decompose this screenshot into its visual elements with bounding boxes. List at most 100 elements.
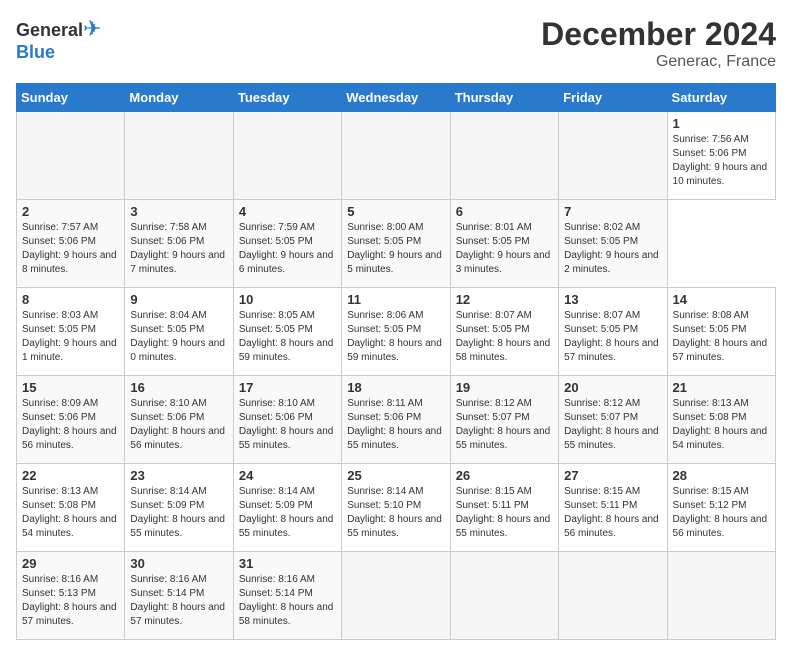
column-header-friday: Friday (559, 84, 667, 112)
day-number: 31 (239, 556, 336, 571)
day-info: Sunrise: 8:12 AMSunset: 5:07 PMDaylight:… (456, 397, 553, 453)
calendar-header-row: SundayMondayTuesdayWednesdayThursdayFrid… (17, 84, 776, 112)
calendar-week-row: 29Sunrise: 8:16 AMSunset: 5:13 PMDayligh… (17, 552, 776, 640)
day-number: 26 (456, 468, 553, 483)
day-number: 15 (22, 380, 119, 395)
day-number: 25 (347, 468, 444, 483)
day-info: Sunrise: 8:10 AMSunset: 5:06 PMDaylight:… (239, 397, 336, 453)
column-header-saturday: Saturday (667, 84, 775, 112)
calendar-cell-day: 14Sunrise: 8:08 AMSunset: 5:05 PMDayligh… (667, 288, 775, 376)
day-number: 28 (673, 468, 770, 483)
column-header-tuesday: Tuesday (233, 84, 341, 112)
column-header-wednesday: Wednesday (342, 84, 450, 112)
day-number: 5 (347, 204, 444, 219)
day-info: Sunrise: 8:11 AMSunset: 5:06 PMDaylight:… (347, 397, 444, 453)
calendar-cell-empty (450, 552, 558, 640)
day-number: 23 (130, 468, 227, 483)
logo-general: General (16, 20, 83, 40)
day-info: Sunrise: 8:16 AMSunset: 5:14 PMDaylight:… (239, 573, 336, 629)
calendar-cell-day: 24 Sunrise: 8:14 AMSunset: 5:09 PMDayligh… (233, 464, 341, 552)
calendar-cell-day: 6 Sunrise: 8:01 AMSunset: 5:05 PMDaylight… (450, 200, 558, 288)
calendar-cell-day: 11Sunrise: 8:06 AMSunset: 5:05 PMDayligh… (342, 288, 450, 376)
calendar-cell-day: 1 Sunrise: 7:56 AMSunset: 5:06 PMDaylight… (667, 112, 775, 200)
day-info: Sunrise: 8:16 AMSunset: 5:13 PMDaylight:… (22, 573, 119, 629)
calendar-cell-day: 19 Sunrise: 8:12 AMSunset: 5:07 PMDayligh… (450, 376, 558, 464)
day-number: 21 (673, 380, 770, 395)
day-number: 16 (130, 380, 227, 395)
day-number: 22 (22, 468, 119, 483)
calendar-cell-empty (559, 112, 667, 200)
day-number: 8 (22, 292, 119, 307)
calendar-week-row: 1 Sunrise: 7:56 AMSunset: 5:06 PMDaylight… (17, 112, 776, 200)
day-info: Sunrise: 8:01 AMSunset: 5:05 PMDaylight:… (456, 221, 553, 277)
calendar-cell-day: 8 Sunrise: 8:03 AMSunset: 5:05 PMDaylight… (17, 288, 125, 376)
calendar-cell-day: 27Sunrise: 8:15 AMSunset: 5:11 PMDayligh… (559, 464, 667, 552)
day-number: 1 (673, 116, 770, 131)
day-number: 20 (564, 380, 661, 395)
day-number: 6 (456, 204, 553, 219)
day-info: Sunrise: 8:08 AMSunset: 5:05 PMDaylight:… (673, 309, 770, 365)
day-info: Sunrise: 7:59 AMSunset: 5:05 PMDaylight:… (239, 221, 336, 277)
calendar-cell-day: 28Sunrise: 8:15 AMSunset: 5:12 PMDayligh… (667, 464, 775, 552)
calendar-cell-empty (559, 552, 667, 640)
calendar-cell-day: 5Sunrise: 8:00 AMSunset: 5:05 PMDaylight… (342, 200, 450, 288)
day-number: 19 (456, 380, 553, 395)
day-info: Sunrise: 8:15 AMSunset: 5:11 PMDaylight:… (456, 485, 553, 541)
calendar-cell-day: 9Sunrise: 8:04 AMSunset: 5:05 PMDaylight… (125, 288, 233, 376)
day-info: Sunrise: 8:13 AMSunset: 5:08 PMDaylight:… (22, 485, 119, 541)
calendar-cell-day: 15Sunrise: 8:09 AMSunset: 5:06 PMDayligh… (17, 376, 125, 464)
day-info: Sunrise: 8:05 AMSunset: 5:05 PMDaylight:… (239, 309, 336, 365)
column-header-monday: Monday (125, 84, 233, 112)
calendar-cell-empty (450, 112, 558, 200)
calendar-week-row: 8 Sunrise: 8:03 AMSunset: 5:05 PMDaylight… (17, 288, 776, 376)
day-info: Sunrise: 7:58 AMSunset: 5:06 PMDaylight:… (130, 221, 227, 277)
day-info: Sunrise: 8:06 AMSunset: 5:05 PMDaylight:… (347, 309, 444, 365)
logo-bird-icon: ✈ (83, 16, 101, 41)
day-info: Sunrise: 8:16 AMSunset: 5:14 PMDaylight:… (130, 573, 227, 629)
day-info: Sunrise: 8:03 AMSunset: 5:05 PMDaylight:… (22, 309, 119, 365)
calendar-table: SundayMondayTuesdayWednesdayThursdayFrid… (16, 83, 776, 640)
day-number: 10 (239, 292, 336, 307)
calendar-cell-empty (17, 112, 125, 200)
calendar-cell-day: 10 Sunrise: 8:05 AMSunset: 5:05 PMDayligh… (233, 288, 341, 376)
day-info: Sunrise: 8:07 AMSunset: 5:05 PMDaylight:… (456, 309, 553, 365)
calendar-cell-empty (125, 112, 233, 200)
calendar-cell-day: 22 Sunrise: 8:13 AMSunset: 5:08 PMDayligh… (17, 464, 125, 552)
calendar-cell-empty (342, 552, 450, 640)
title-block: December 2024 Generac, France (541, 16, 776, 71)
day-info: Sunrise: 8:12 AMSunset: 5:07 PMDaylight:… (564, 397, 661, 453)
calendar-cell-day: 20 Sunrise: 8:12 AMSunset: 5:07 PMDayligh… (559, 376, 667, 464)
calendar-cell-day: 21Sunrise: 8:13 AMSunset: 5:08 PMDayligh… (667, 376, 775, 464)
day-info: Sunrise: 8:14 AMSunset: 5:10 PMDaylight:… (347, 485, 444, 541)
logo-blue: Blue (16, 42, 55, 62)
calendar-cell-day: 3 Sunrise: 7:58 AMSunset: 5:06 PMDaylight… (125, 200, 233, 288)
day-info: Sunrise: 8:14 AMSunset: 5:09 PMDaylight:… (130, 485, 227, 541)
day-number: 2 (22, 204, 119, 219)
day-info: Sunrise: 8:07 AMSunset: 5:05 PMDaylight:… (564, 309, 661, 365)
day-info: Sunrise: 8:14 AMSunset: 5:09 PMDaylight:… (239, 485, 336, 541)
day-number: 7 (564, 204, 661, 219)
calendar-cell-day: 16 Sunrise: 8:10 AMSunset: 5:06 PMDayligh… (125, 376, 233, 464)
calendar-cell-day: 23 Sunrise: 8:14 AMSunset: 5:09 PMDayligh… (125, 464, 233, 552)
day-info: Sunrise: 7:57 AMSunset: 5:06 PMDaylight:… (22, 221, 119, 277)
calendar-week-row: 22 Sunrise: 8:13 AMSunset: 5:08 PMDayligh… (17, 464, 776, 552)
day-number: 17 (239, 380, 336, 395)
day-number: 13 (564, 292, 661, 307)
day-info: Sunrise: 7:56 AMSunset: 5:06 PMDaylight:… (673, 133, 770, 189)
column-header-thursday: Thursday (450, 84, 558, 112)
calendar-cell-day: 25 Sunrise: 8:14 AMSunset: 5:10 PMDayligh… (342, 464, 450, 552)
calendar-cell-empty (342, 112, 450, 200)
calendar-cell-empty (233, 112, 341, 200)
day-info: Sunrise: 8:02 AMSunset: 5:05 PMDaylight:… (564, 221, 661, 277)
day-number: 24 (239, 468, 336, 483)
calendar-cell-day: 29Sunrise: 8:16 AMSunset: 5:13 PMDayligh… (17, 552, 125, 640)
day-number: 27 (564, 468, 661, 483)
day-number: 4 (239, 204, 336, 219)
calendar-cell-day: 2 Sunrise: 7:57 AMSunset: 5:06 PMDaylight… (17, 200, 125, 288)
day-number: 30 (130, 556, 227, 571)
day-info: Sunrise: 8:10 AMSunset: 5:06 PMDaylight:… (130, 397, 227, 453)
day-number: 12 (456, 292, 553, 307)
calendar-cell-day: 7 Sunrise: 8:02 AMSunset: 5:05 PMDaylight… (559, 200, 667, 288)
calendar-cell-day: 17 Sunrise: 8:10 AMSunset: 5:06 PMDayligh… (233, 376, 341, 464)
day-number: 3 (130, 204, 227, 219)
